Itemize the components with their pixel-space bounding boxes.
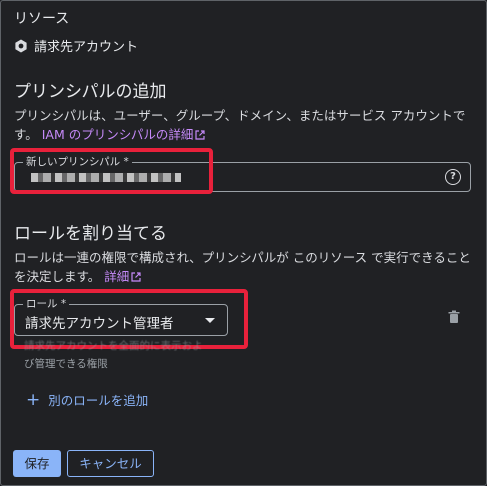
principals-description: プリンシパルは、ユーザー、グループ、ドメイン、またはサービス アカウントです。 … bbox=[14, 106, 476, 144]
iam-principals-details-link-text: IAM のプリンシパルの詳細 bbox=[41, 127, 194, 142]
add-another-role-label: 別のロールを追加 bbox=[48, 393, 149, 408]
plus-icon: + bbox=[26, 389, 41, 410]
resource-name: 請求先アカウント bbox=[34, 40, 139, 55]
assign-roles-title: ロールを割り当てる bbox=[14, 224, 167, 244]
role-hint-line2: び管理できる権限 bbox=[24, 358, 108, 370]
iam-principals-details-link[interactable]: IAM のプリンシパルの詳細 bbox=[42, 127, 206, 142]
add-principals-title: プリンシパルの追加 bbox=[14, 82, 167, 102]
roles-description: ロールは一連の権限で構成され、プリンシパルが このリソース で実行できることを決… bbox=[14, 248, 476, 286]
resource-heading: リソース bbox=[14, 11, 70, 27]
role-hint-line1: 請求先アカウントを全面的に表示およ bbox=[24, 340, 203, 352]
external-link-icon bbox=[195, 130, 205, 140]
delete-role-icon[interactable] bbox=[447, 310, 461, 324]
role-description-hint: 請求先アカウントを全面的に表示およ び管理できる権限 bbox=[24, 337, 203, 373]
roles-details-link-text: 詳細 bbox=[104, 269, 130, 284]
external-link-icon bbox=[131, 272, 141, 282]
add-another-role-button[interactable]: + 別のロールを追加 bbox=[26, 390, 148, 409]
hexagon-resource-icon bbox=[15, 39, 27, 52]
roles-details-link[interactable]: 詳細 bbox=[104, 269, 141, 284]
highlight-box-principal bbox=[10, 148, 213, 194]
roles-description-text: ロールは一連の権限で構成され、プリンシパルが このリソース で実行できることを決… bbox=[14, 250, 471, 284]
cancel-button[interactable]: キャンセル bbox=[67, 450, 154, 477]
save-button[interactable]: 保存 bbox=[13, 450, 61, 477]
resource-row: 請求先アカウント bbox=[14, 36, 138, 55]
help-icon[interactable]: ? bbox=[445, 169, 461, 185]
